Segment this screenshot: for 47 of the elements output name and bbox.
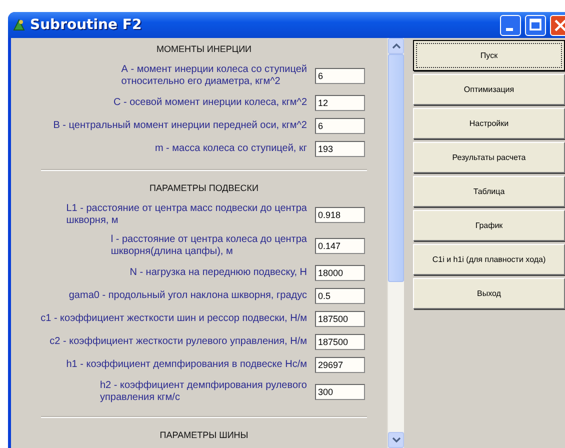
action-button[interactable]: Таблица xyxy=(413,176,565,207)
field-label: l - расстояние от центра колеса до центра шкворня(длина цапфы), м xyxy=(110,234,307,258)
input-field[interactable]: 18000 xyxy=(315,265,365,281)
minimize-icon xyxy=(506,28,513,30)
section-heading: ПАРАМЕТРЫ ШИНЫ xyxy=(158,430,250,442)
caret-down-icon xyxy=(392,437,400,443)
scroll-down-button[interactable] xyxy=(388,432,404,448)
scroll-thumb[interactable] xyxy=(388,54,404,282)
field-label: h2 - коэффициент демпфирования рулевого управления кгм/с xyxy=(100,380,307,404)
action-button[interactable]: Пуск xyxy=(413,40,565,71)
app-icon xyxy=(12,18,26,32)
field-label: c2 - коэффициент жесткости рулевого управления, Н/м xyxy=(50,336,307,348)
input-field[interactable]: 12 xyxy=(315,95,365,111)
field-label: N - нагрузка на переднюю подвеску, Н xyxy=(130,267,307,279)
input-field[interactable]: 0.5 xyxy=(315,288,365,304)
maximize-button[interactable] xyxy=(525,14,546,36)
action-button[interactable]: Настройки xyxy=(413,108,565,139)
input-field[interactable]: 300 xyxy=(315,384,365,400)
field-label: L1 - расстояние от центра масс подвески до центра шкворня, м xyxy=(66,203,307,227)
input-field[interactable]: 29697 xyxy=(315,357,365,373)
field-label: gama0 - продольный угол наклона шкворня, градус xyxy=(68,290,307,302)
input-field[interactable]: 187500 xyxy=(315,311,365,327)
scrollbar[interactable] xyxy=(387,38,404,448)
field-label: c1 - коэффициент жесткости шин и рессор подвески, Н/м xyxy=(40,313,307,325)
input-field[interactable]: 193 xyxy=(315,141,365,157)
window-title: Subroutine F2 xyxy=(30,17,142,33)
input-field[interactable]: 0.918 xyxy=(315,207,365,223)
action-button[interactable]: График xyxy=(413,210,565,241)
action-button[interactable]: Результаты расчета xyxy=(413,142,565,173)
minimize-button[interactable] xyxy=(500,14,521,36)
field-label: С - осевой момент инерции колеса, кгм^2 xyxy=(113,97,307,109)
action-button[interactable]: Выход xyxy=(413,278,565,309)
input-field[interactable]: 6 xyxy=(315,68,365,84)
field-label: m - масса колеса со ступицей, кг xyxy=(154,143,307,155)
action-button[interactable]: C1i и h1i (для плавности хода) xyxy=(413,244,565,275)
scroll-up-button[interactable] xyxy=(388,38,404,54)
input-field[interactable]: 187500 xyxy=(315,334,365,350)
close-button[interactable] xyxy=(550,14,565,36)
section-heading: ПАРАМЕТРЫ ПОДВЕСКИ xyxy=(148,183,260,195)
input-field[interactable]: 0.147 xyxy=(315,238,365,254)
section-heading: МОМЕНТЫ ИНЕРЦИИ xyxy=(155,44,253,56)
field-label: А - момент инерции колеса со ступицей относительно его диаметра, кгм^2 xyxy=(121,64,307,88)
action-button[interactable]: Оптимизация xyxy=(413,74,565,105)
input-field[interactable]: 6 xyxy=(315,118,365,134)
field-label: В - центральный момент инерции передней оси, кгм^2 xyxy=(53,120,307,132)
field-label: h1 - коэффициент демпфирования в подвеске Нс/м xyxy=(66,359,307,371)
caret-up-icon xyxy=(392,43,400,49)
